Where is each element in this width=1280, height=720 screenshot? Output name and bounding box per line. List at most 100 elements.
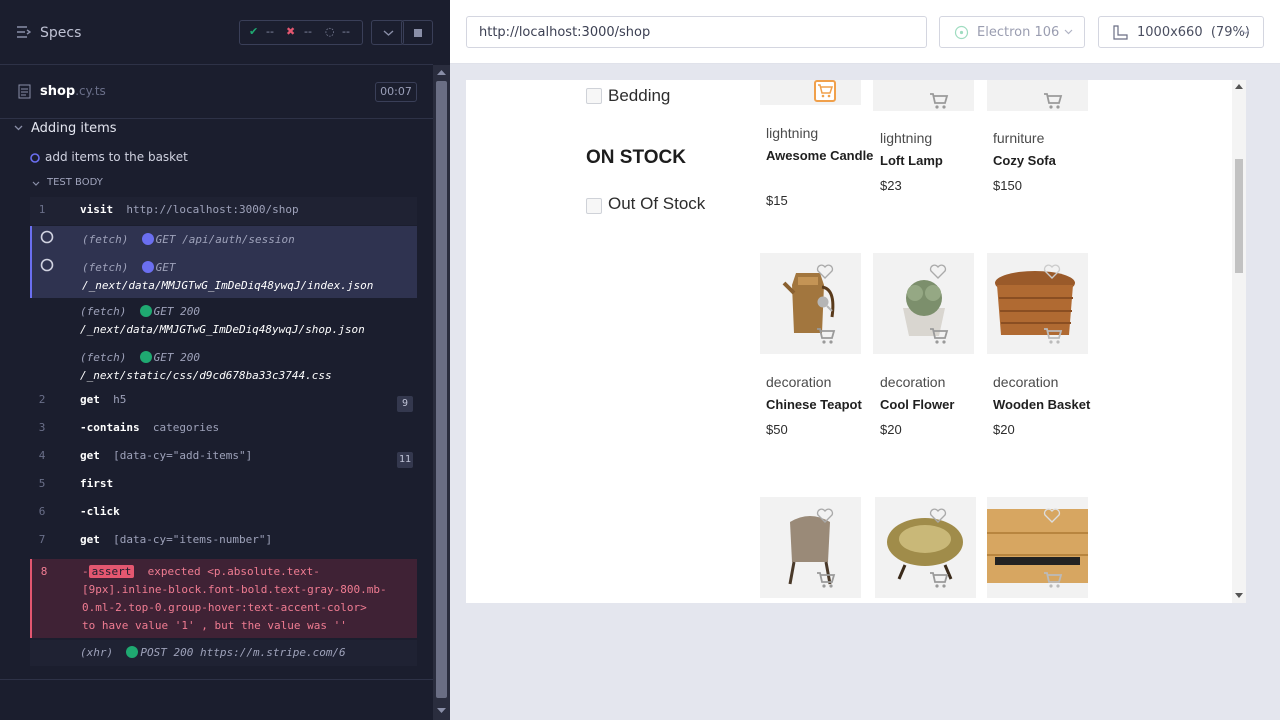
product-image-card[interactable] [760, 80, 861, 105]
cart-icon[interactable] [816, 327, 836, 345]
scroll-down-icon[interactable] [437, 708, 446, 714]
cart-icon[interactable] [929, 571, 949, 589]
heart-icon[interactable] [929, 263, 947, 279]
command-row[interactable]: 2 get h5 9 [30, 393, 417, 413]
cart-icon [818, 84, 834, 98]
add-to-cart-highlighted[interactable] [814, 80, 836, 102]
app-under-test-frame: Bedding ON STOCK Out Of Stock lightning … [466, 80, 1246, 603]
running-spinner-icon [30, 153, 40, 163]
product-image-card[interactable] [987, 497, 1088, 598]
product-category: furniture [993, 130, 1045, 146]
command-number: 1 [38, 203, 46, 216]
command-row[interactable]: 6 -click [30, 505, 417, 525]
loading-spinner-icon [40, 230, 54, 244]
browser-toolbar: http://localhost:3000/shop Electron 106 … [450, 0, 1280, 64]
product-price: $20 [993, 422, 1015, 437]
chair-image [788, 516, 832, 585]
heart-icon[interactable] [816, 507, 834, 523]
command-number: 7 [38, 533, 46, 546]
product-image-card[interactable] [760, 253, 861, 354]
cart-icon[interactable] [929, 92, 949, 110]
product-image-card[interactable] [873, 80, 974, 111]
command-name: -contains [80, 421, 140, 434]
pending-request-group[interactable]: (fetch) GET /api/auth/session (fetch) GE… [30, 226, 417, 298]
zoom-icon[interactable] [816, 295, 834, 313]
heart-icon[interactable] [1043, 507, 1061, 523]
cart-icon[interactable] [1043, 571, 1063, 589]
element-count-badge: 9 [397, 396, 413, 412]
failed-assert-row[interactable]: 8 - assert expected <p.absolute.text- [9p… [30, 559, 417, 638]
cart-icon[interactable] [1043, 92, 1063, 110]
product-name[interactable]: Wooden Basket [993, 395, 1103, 414]
command-number: 5 [38, 477, 46, 490]
product-image-card[interactable] [875, 497, 976, 598]
scroll-up-icon[interactable] [1235, 84, 1243, 89]
stop-button[interactable] [401, 20, 433, 45]
chevron-down-icon[interactable] [32, 181, 40, 186]
scrollbar-thumb[interactable] [436, 81, 447, 698]
heart-icon[interactable] [929, 507, 947, 523]
heart-icon[interactable] [816, 263, 834, 279]
command-log-scrollbar[interactable] [433, 65, 450, 720]
test-body-label: TEST BODY [47, 177, 103, 188]
cart-icon[interactable] [1043, 327, 1063, 345]
specs-label[interactable]: Specs [40, 25, 81, 41]
command-name: -click [80, 505, 120, 518]
assert-message-line: 0.ml-2.top-0.group-hover:text-accent-col… [82, 601, 367, 614]
suite-title[interactable]: Adding items [31, 121, 117, 136]
pending-status-dot [141, 233, 154, 245]
browser-selector[interactable]: Electron 106 [939, 16, 1085, 48]
scroll-up-icon[interactable] [437, 69, 446, 75]
product-name[interactable]: Loft Lamp [880, 151, 990, 170]
cart-icon[interactable] [816, 571, 836, 589]
command-row[interactable]: 4 get [data-cy="add-items"] 11 [30, 449, 417, 469]
app-scrollbar[interactable] [1232, 80, 1246, 603]
out-of-stock-checkbox[interactable] [586, 198, 602, 214]
test-title[interactable]: add items to the basket [45, 150, 188, 164]
heart-icon[interactable] [1043, 263, 1061, 279]
specs-list-icon[interactable] [17, 26, 31, 38]
viewport-size: 1000x660 [1137, 25, 1203, 40]
product-name[interactable]: Cozy Sofa [993, 151, 1103, 170]
expand-button[interactable] [371, 20, 404, 45]
command-row[interactable]: 3 -contains categories [30, 421, 417, 441]
command-number: 3 [38, 421, 46, 434]
product-image-card[interactable] [987, 80, 1088, 111]
teapot-image [782, 273, 835, 333]
product-name[interactable]: Cool Flower [880, 395, 990, 414]
request-path: /api/auth/session [182, 233, 295, 246]
assert-message-line: expected <p.absolute.text- [147, 565, 320, 578]
command-name: get [80, 393, 100, 406]
product-name[interactable]: Chinese Teapot [766, 395, 876, 414]
scrollbar-thumb[interactable] [1235, 159, 1243, 273]
command-row[interactable]: 1 visit http://localhost:3000/shop [30, 197, 417, 225]
request-method: (fetch) [82, 233, 129, 246]
product-image-card[interactable] [987, 253, 1088, 354]
chevron-down-icon[interactable] [14, 125, 23, 131]
command-row[interactable]: 5 first [30, 477, 417, 497]
spec-name[interactable]: shop.cy.ts [40, 84, 106, 99]
cart-icon[interactable] [929, 327, 949, 345]
product-image-card[interactable] [873, 253, 974, 354]
request-row[interactable]: (fetch) GET 200 /_next/static/css/d9cd67… [30, 351, 417, 395]
browser-name: Electron 106 [977, 25, 1060, 40]
failed-count: -- [304, 25, 312, 38]
bedding-checkbox[interactable] [586, 88, 602, 104]
request-row[interactable]: (xhr) POST 200 https://m.stripe.com/6 [30, 640, 417, 666]
plant-image [903, 280, 945, 336]
pending-status-dot [141, 261, 154, 273]
product-image-card[interactable] [760, 497, 861, 598]
url-bar[interactable]: http://localhost:3000/shop [466, 16, 927, 48]
command-name: first [80, 477, 114, 490]
passed-count: -- [266, 25, 274, 38]
command-message: [data-cy="add-items"] [113, 449, 253, 462]
scroll-down-icon[interactable] [1235, 593, 1243, 598]
command-number: 6 [38, 505, 46, 518]
command-name: get [80, 449, 100, 462]
viewport-selector[interactable]: 1000x660 (79%) [1098, 16, 1264, 48]
request-row[interactable]: (fetch) GET 200 /_next/data/MMJGTwG_ImDe… [30, 305, 417, 349]
command-name: visit [80, 203, 114, 216]
electron-icon [954, 25, 969, 40]
command-row[interactable]: 7 get [data-cy="items-number"] [30, 533, 417, 553]
product-name[interactable]: Awesome Candle [766, 146, 876, 165]
